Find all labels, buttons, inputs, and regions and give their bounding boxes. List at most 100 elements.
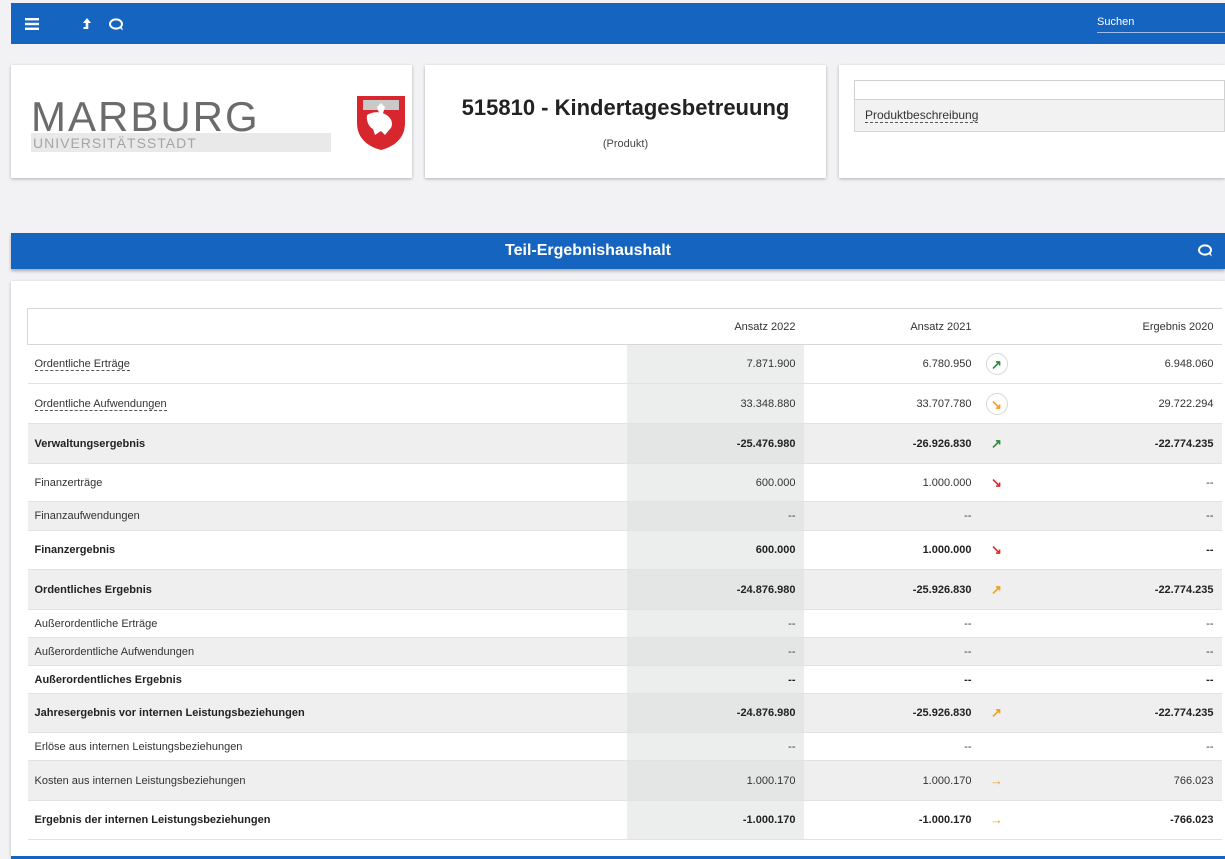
header-trend [979, 308, 1031, 345]
cell-ansatz-2022: 600.000 [626, 530, 804, 570]
cell-ergebnis-2020: -766.023 [1030, 800, 1222, 840]
cell-trend [979, 609, 1031, 638]
cell-ansatz-2022: 33.348.880 [626, 383, 804, 424]
row-label: Ordentliches Ergebnis [27, 569, 627, 610]
row-label: Finanzerträge [27, 463, 627, 502]
trend-up-arrow-icon[interactable]: ↗ [985, 353, 1008, 375]
cell-ansatz-2022: -- [626, 732, 804, 761]
table-row: Ergebnis der internen Leistungsbeziehung… [27, 800, 1222, 840]
cell-ergebnis-2020: 29.722.294 [1030, 383, 1222, 424]
cell-trend: ↗ [979, 569, 1031, 610]
cell-trend: ↘ [979, 463, 1031, 502]
chat-icon[interactable] [105, 12, 129, 36]
trend-down-arrow-icon: ↘ [991, 542, 1002, 557]
header-ansatz-2022: Ansatz 2022 [626, 308, 804, 345]
row-label-text: Ordentliches Ergebnis [34, 583, 152, 596]
trend-up-arrow-icon: ↗ [991, 581, 1002, 597]
product-description-link[interactable]: Produktbeschreibung [865, 108, 979, 123]
row-label-text: Erlöse aus internen Leistungsbeziehungen [34, 740, 243, 753]
table-row: Außerordentliche Aufwendungen -- -- -- [27, 637, 1222, 666]
cell-trend [979, 665, 1031, 694]
cell-ansatz-2021: 6.780.950 [803, 344, 980, 384]
cell-ergebnis-2020: 766.023 [1030, 760, 1222, 801]
menu-icon[interactable] [20, 12, 44, 36]
table-header-row: Ansatz 2022 Ansatz 2021 Ergebnis 2020 [27, 308, 1222, 345]
section-header: Teil-Ergebnishaushalt [11, 233, 1225, 269]
cell-ansatz-2022: -- [626, 609, 804, 638]
row-label[interactable]: Ordentliche Erträge [27, 344, 627, 384]
cell-trend [979, 637, 1031, 666]
cell-trend: ↗ [979, 423, 1031, 464]
trend-right-arrow-icon: → [990, 812, 1003, 827]
row-label-text: Außerordentliche Erträge [34, 617, 158, 630]
cell-ergebnis-2020: -- [1030, 463, 1222, 502]
cell-ansatz-2022: 1.000.170 [626, 760, 804, 801]
logo-card: MARBURG UNIVERSITÄTSSTADT [11, 65, 412, 178]
cell-ansatz-2021: -- [803, 501, 980, 531]
cell-trend: → [979, 760, 1031, 801]
cell-ansatz-2022: -25.476.980 [626, 423, 804, 464]
search-field[interactable] [1097, 11, 1225, 33]
row-label: Ergebnis der internen Leistungsbeziehung… [27, 800, 627, 840]
cell-ergebnis-2020: -- [1030, 609, 1222, 638]
cell-trend: → [979, 800, 1031, 840]
cell-ansatz-2021: -- [803, 609, 980, 638]
cell-ansatz-2021: -- [803, 732, 980, 761]
section-chat-icon[interactable] [1197, 243, 1215, 263]
table-row: Verwaltungsergebnis -25.476.980 -26.926.83… [27, 423, 1222, 464]
coat-of-arms-icon [357, 96, 405, 150]
logo-sub-band: UNIVERSITÄTSSTADT [31, 133, 331, 152]
cell-trend [979, 501, 1031, 531]
row-label: Außerordentliche Aufwendungen [27, 637, 627, 666]
product-type-label: (Produkt) [602, 138, 649, 150]
row-label: Jahresergebnis vor internen Leistungsbez… [27, 693, 627, 733]
trend-down-arrow-icon: ↘ [991, 474, 1002, 490]
cell-ansatz-2021: 33.707.780 [803, 383, 980, 424]
row-label-text: Ergebnis der internen Leistungsbeziehung… [34, 814, 271, 826]
cell-ergebnis-2020: -- [1030, 732, 1222, 761]
row-label-link[interactable]: Ordentliche Erträge [34, 358, 130, 371]
trend-right-arrow-icon: → [990, 772, 1003, 788]
product-description-row[interactable]: Produktbeschreibung [854, 100, 1225, 132]
cell-ergebnis-2020: -- [1030, 665, 1222, 694]
cell-ansatz-2022: -24.876.980 [626, 693, 804, 733]
cell-trend: ↘ [979, 530, 1031, 570]
cell-ergebnis-2020: -- [1030, 501, 1222, 531]
table-row: Jahresergebnis vor internen Leistungsbez… [27, 693, 1222, 733]
cell-ansatz-2022: -24.876.980 [626, 569, 804, 610]
row-label-text: Kosten aus internen Leistungsbeziehungen [34, 774, 246, 787]
table-row: Außerordentliche Erträge -- -- -- [27, 609, 1222, 638]
logo-sub-text: UNIVERSITÄTSSTADT [33, 135, 197, 151]
cell-ergebnis-2020: -- [1030, 637, 1222, 666]
table-row: Finanzaufwendungen -- -- -- [27, 501, 1222, 531]
row-label: Erlöse aus internen Leistungsbeziehungen [27, 732, 627, 761]
row-label-text: Außerordentliches Ergebnis [34, 673, 182, 686]
section-title: Teil-Ergebnishaushalt [505, 242, 671, 259]
trend-down-arrow-icon[interactable]: ↘ [985, 392, 1008, 415]
cell-ansatz-2021: 1.000.000 [803, 530, 980, 570]
cell-ergebnis-2020: -22.774.235 [1030, 693, 1222, 733]
marburg-logo: MARBURG UNIVERSITÄTSSTADT [31, 93, 409, 153]
trend-up-arrow-icon: ↗ [991, 435, 1002, 451]
table-row: Außerordentliches Ergebnis -- -- -- [27, 665, 1222, 694]
results-table: Ansatz 2022 Ansatz 2021 Ergebnis 2020 Or… [27, 308, 1222, 840]
row-label-link[interactable]: Ordentliche Aufwendungen [34, 397, 167, 411]
cell-ergebnis-2020: -22.774.235 [1030, 569, 1222, 610]
cell-ansatz-2021: -1.000.170 [803, 800, 980, 840]
table-row: Ordentliche Aufwendungen 33.348.880 33.707… [27, 383, 1222, 424]
row-label-text: Verwaltungsergebnis [34, 437, 146, 450]
cell-ansatz-2021: -25.926.830 [803, 693, 980, 733]
row-label: Finanzergebnis [27, 530, 627, 570]
row-label-text: Jahresergebnis vor internen Leistungsbez… [34, 707, 305, 719]
table-row: Kosten aus internen Leistungsbeziehungen… [27, 760, 1222, 801]
cell-ansatz-2021: 1.000.000 [803, 463, 980, 502]
upload-icon[interactable] [75, 12, 99, 36]
cell-trend [979, 732, 1031, 761]
search-input[interactable] [1097, 11, 1225, 32]
cell-ansatz-2022: 7.871.900 [626, 344, 804, 384]
row-label: Außerordentliches Ergebnis [27, 665, 627, 694]
cell-ergebnis-2020: -22.774.235 [1030, 423, 1222, 464]
product-title-card: 515810 - Kindertagesbetreuung (Produkt) [425, 65, 826, 178]
row-label: Außerordentliche Erträge [27, 609, 627, 638]
row-label[interactable]: Ordentliche Aufwendungen [27, 383, 627, 424]
